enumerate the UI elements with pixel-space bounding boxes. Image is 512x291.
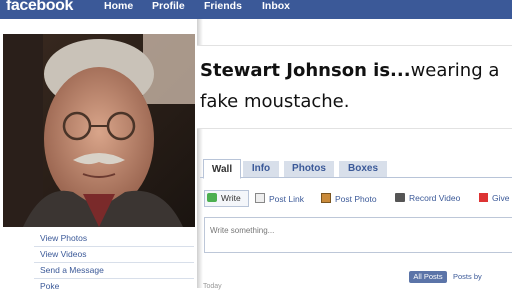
divider [34,246,194,247]
divider [34,278,194,279]
tab-baseline [200,177,512,178]
profile-status: Stewart Johnson is...wearing a fake mous… [200,55,512,117]
tab-info[interactable]: Info [243,161,279,177]
link-icon [255,193,265,203]
tab-photos[interactable]: Photos [284,161,334,177]
tab-wall[interactable]: Wall [203,159,241,179]
wall-post-placeholder: Write something... [210,226,275,235]
profile-photo-image [3,34,195,227]
wall-post-input[interactable] [204,217,512,253]
give-gift-button[interactable]: Give [479,193,509,203]
poke-link[interactable]: Poke [40,281,59,291]
post-photo-button[interactable]: Post Photo [321,193,377,204]
divider [34,262,194,263]
photo-icon [321,193,331,203]
nav-friends[interactable]: Friends [204,0,242,12]
facebook-logo[interactable]: facebook [6,0,73,15]
video-camera-icon [395,193,405,202]
view-photos-link[interactable]: View Photos [40,233,87,243]
gift-icon [479,193,488,202]
profile-photo[interactable] [3,34,195,227]
nav-profile[interactable]: Profile [152,0,185,12]
posts-by-filter[interactable]: Posts by [453,272,482,281]
record-video-button[interactable]: Record Video [395,193,460,203]
tab-boxes[interactable]: Boxes [339,161,387,177]
nav-home[interactable]: Home [104,0,133,12]
view-videos-link[interactable]: View Videos [40,249,86,259]
profile-name: Stewart Johnson is... [200,60,411,81]
speech-bubble-icon [207,193,217,202]
nav-inbox[interactable]: Inbox [262,0,290,12]
write-button[interactable]: Write [207,193,241,203]
post-link-button[interactable]: Post Link [255,193,304,204]
all-posts-filter[interactable]: All Posts [409,271,447,283]
top-nav-bar [0,0,512,19]
feed-date-label: Today [203,283,222,290]
send-message-link[interactable]: Send a Message [40,265,104,275]
